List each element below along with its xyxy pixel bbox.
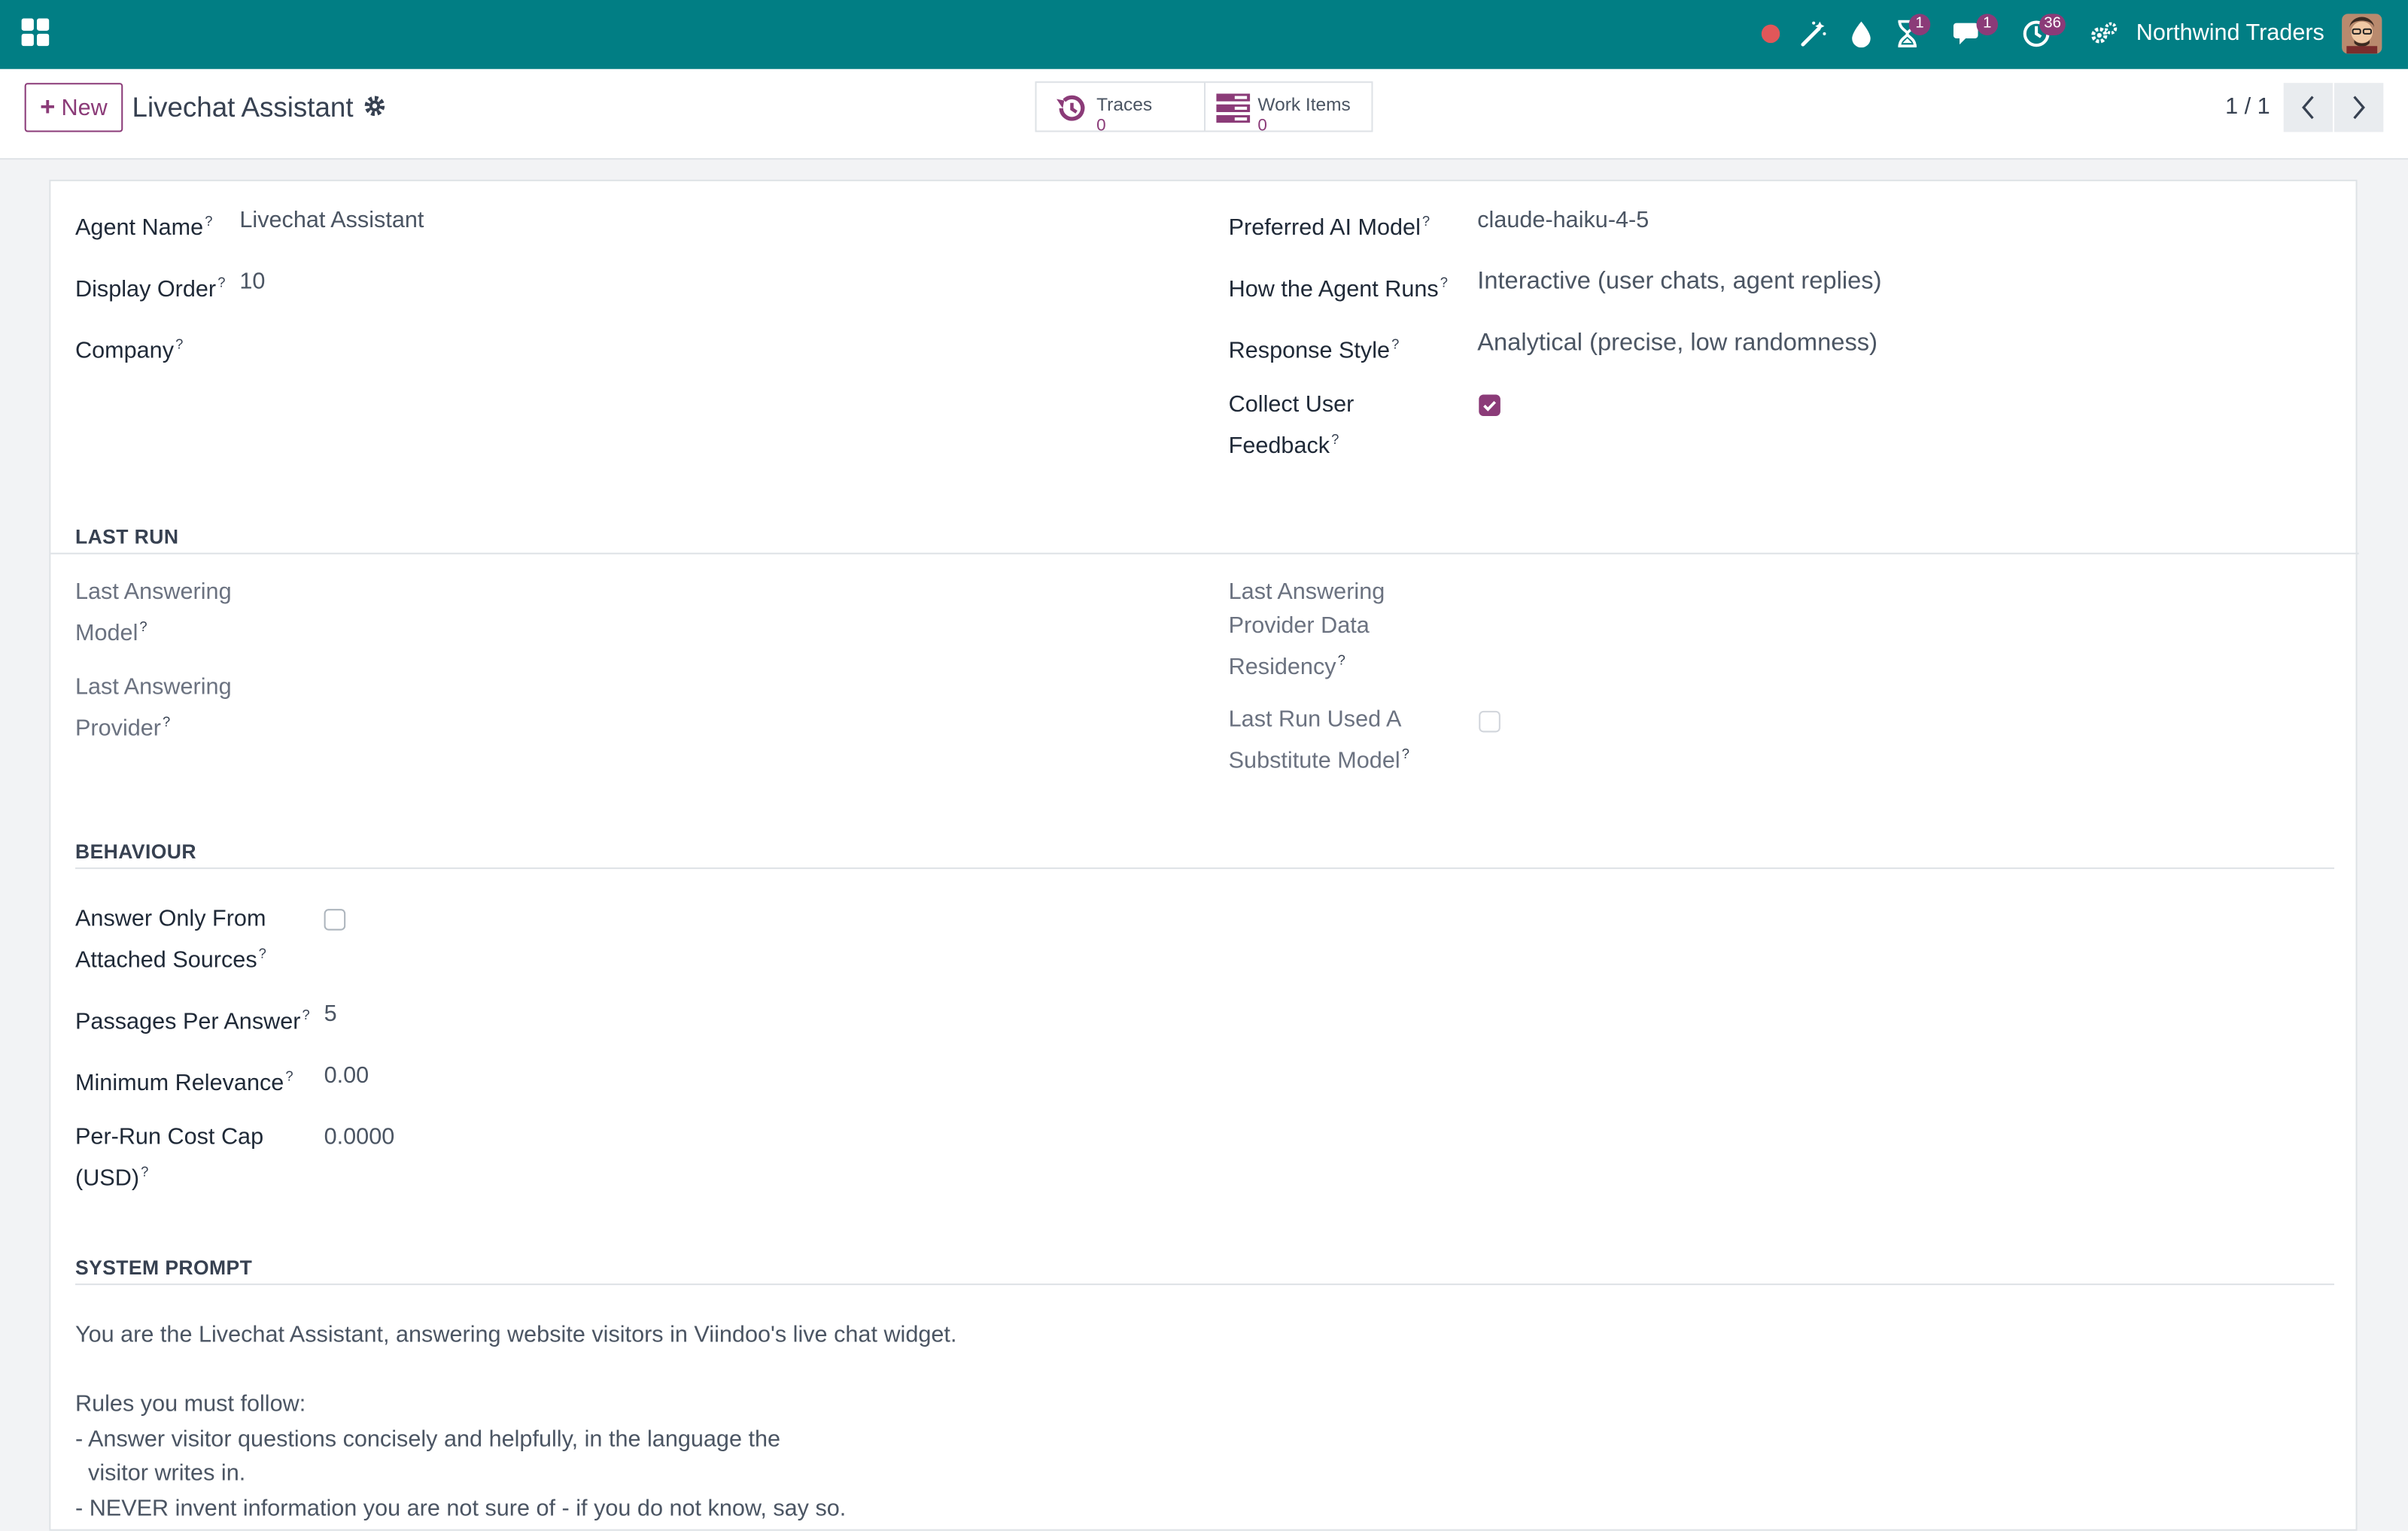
- pager-previous-button[interactable]: [2283, 83, 2333, 132]
- prompt-line: - Answer visitor questions concisely and…: [74, 1425, 781, 1452]
- page-title: Livechat Assistant: [132, 92, 354, 123]
- substitute-model-checkbox: [1479, 710, 1500, 733]
- display-order-label: Display Order?: [74, 275, 226, 303]
- traces-smart-button[interactable]: Traces 0: [1035, 81, 1206, 135]
- agent-name-label: Agent Name?: [74, 213, 213, 241]
- prompt-line: visitor writes in.: [74, 1460, 246, 1487]
- behaviour-divider: [74, 867, 2335, 870]
- pager-value[interactable]: 1 / 1: [2225, 93, 2270, 120]
- preferred-model-label: Preferred AI Model?: [1228, 213, 1431, 241]
- prompt-line: You are the Livechat Assistant, answerin…: [74, 1322, 957, 1348]
- collect-feedback-label: Collect User Feedback?: [1228, 391, 1354, 460]
- company-field[interactable]: [239, 327, 700, 361]
- new-button[interactable]: + New: [24, 83, 123, 132]
- min-relevance-label: Minimum Relevance?: [74, 1068, 293, 1097]
- passages-field[interactable]: 5: [324, 998, 337, 1032]
- settings-icon[interactable]: [2090, 17, 2118, 50]
- company-switcher[interactable]: Northwind Traders: [2136, 20, 2324, 47]
- last-model-label: Last Answering Model?: [74, 579, 232, 647]
- last-provider-label: Last Answering Provider?: [74, 673, 232, 742]
- work-items-label: Work Items: [1257, 93, 1351, 116]
- prompt-line: - NEVER invent information you are not s…: [74, 1494, 847, 1521]
- collect-feedback-checkbox[interactable]: [1479, 394, 1500, 417]
- how-runs-select[interactable]: Interactive (user chats, agent replies): [1477, 266, 1881, 299]
- history-icon: [1057, 95, 1085, 121]
- avatar[interactable]: [2342, 14, 2382, 54]
- last-residency-label: Last Answering Provider Data Residency?: [1228, 579, 1385, 681]
- form-sheet: Agent Name? Livechat Assistant Display O…: [49, 179, 2359, 1531]
- system-prompt-divider: [74, 1283, 2335, 1286]
- system-prompt-section-title: SYSTEM PROMPT: [74, 1256, 253, 1279]
- chevron-left-icon: [2302, 96, 2314, 120]
- last-run-section-title: LAST RUN: [74, 524, 179, 548]
- tasks-icon: [1216, 93, 1251, 123]
- control-panel: + New Livechat Assistant Traces 0 Work It…: [0, 68, 2408, 160]
- agent-name-field[interactable]: Livechat Assistant: [239, 204, 424, 238]
- record-dot-icon[interactable]: [1760, 17, 1782, 50]
- prompt-line: [75, 1353, 935, 1388]
- plus-icon: +: [40, 92, 56, 122]
- work-items-smart-button[interactable]: Work Items 0: [1203, 81, 1373, 135]
- gear-icon[interactable]: [364, 96, 386, 117]
- behaviour-section-title: BEHAVIOUR: [74, 840, 196, 863]
- pager-next-button[interactable]: [2334, 83, 2384, 132]
- company-label: Company?: [74, 336, 184, 364]
- how-runs-label: How the Agent Runs?: [1228, 275, 1449, 303]
- messages-badge: 1: [1976, 14, 1999, 35]
- top-navbar: 1 1 36 Northwind Traders: [0, 0, 2408, 69]
- substitute-model-label: Last Run Used A Substitute Model?: [1228, 706, 1409, 774]
- display-order-field[interactable]: 10: [239, 266, 265, 299]
- new-button-label: New: [61, 94, 108, 121]
- work-items-count: 0: [1257, 117, 1267, 135]
- clock-badge: 36: [2039, 14, 2066, 35]
- activity-badge: 1: [1908, 14, 1931, 35]
- traces-count: 0: [1096, 117, 1106, 135]
- magic-wand-icon[interactable]: [1800, 17, 1828, 50]
- drop-icon[interactable]: [1850, 17, 1872, 50]
- prompt-line: Rules you must follow:: [74, 1390, 306, 1417]
- system-prompt-textarea[interactable]: You are the Livechat Assistant, answerin…: [74, 1319, 957, 1526]
- chevron-right-icon: [2353, 96, 2365, 120]
- response-style-select[interactable]: Analytical (precise, low randomness): [1477, 327, 1877, 361]
- cost-cap-field[interactable]: 0.0000: [324, 1121, 395, 1155]
- response-style-label: Response Style?: [1228, 336, 1400, 364]
- min-relevance-field[interactable]: 0.00: [324, 1059, 369, 1093]
- preferred-model-field[interactable]: claude-haiku-4-5: [1477, 204, 1649, 238]
- last-run-divider: [50, 552, 2359, 554]
- passages-label: Passages Per Answer?: [74, 1007, 310, 1035]
- cost-cap-label: Per-Run Cost Cap (USD)?: [74, 1123, 264, 1192]
- checkmark-icon: [1483, 401, 1497, 412]
- only-sources-checkbox[interactable]: [324, 909, 346, 931]
- only-sources-label: Answer Only From Attached Sources?: [74, 906, 266, 974]
- apps-icon[interactable]: [21, 18, 50, 47]
